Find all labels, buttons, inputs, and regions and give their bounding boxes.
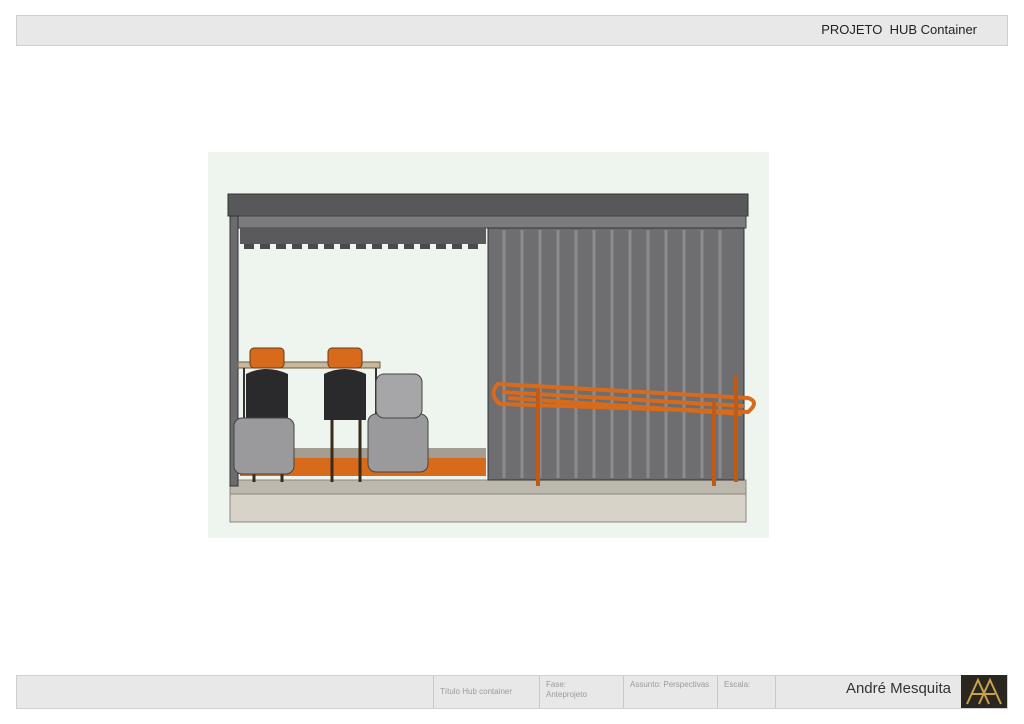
title-cell: Título Hub container <box>433 676 539 708</box>
perspective-render <box>208 152 769 538</box>
armchair <box>233 417 295 475</box>
deck-base <box>229 491 747 523</box>
phase-label: Fase: <box>546 680 567 689</box>
phase-cell: Fase: Anteprojeto <box>539 676 623 708</box>
subject-cell: Assunto: Perspectivas <box>623 676 717 708</box>
author-name: André Mesquita <box>845 680 951 697</box>
scale-label: Escala: <box>724 680 751 689</box>
armchair <box>367 413 429 473</box>
subject-label: Assunto: Perspectivas <box>630 680 710 689</box>
title-block: Título Hub container Fase: Anteprojeto A… <box>16 675 1008 709</box>
scale-cell: Escala: <box>717 676 775 708</box>
container-wall <box>487 227 745 481</box>
roof <box>227 193 749 217</box>
chair-back <box>327 347 363 369</box>
title-label: Título Hub container <box>440 687 513 696</box>
container-illustration <box>227 193 756 523</box>
phase-value: Anteprojeto <box>546 690 587 699</box>
chair-back <box>249 347 285 369</box>
project-title: PROJETO HUB Container <box>821 22 977 37</box>
am-monogram-logo-icon <box>961 675 1007 708</box>
header-bar: PROJETO HUB Container <box>16 15 1008 46</box>
armchair-back <box>375 373 423 419</box>
deck-top <box>229 479 747 495</box>
awning <box>240 228 486 244</box>
author-cell: André Mesquita <box>775 675 1007 708</box>
black-chair <box>246 369 288 420</box>
black-chair <box>324 369 366 420</box>
roof-edge <box>229 215 747 229</box>
